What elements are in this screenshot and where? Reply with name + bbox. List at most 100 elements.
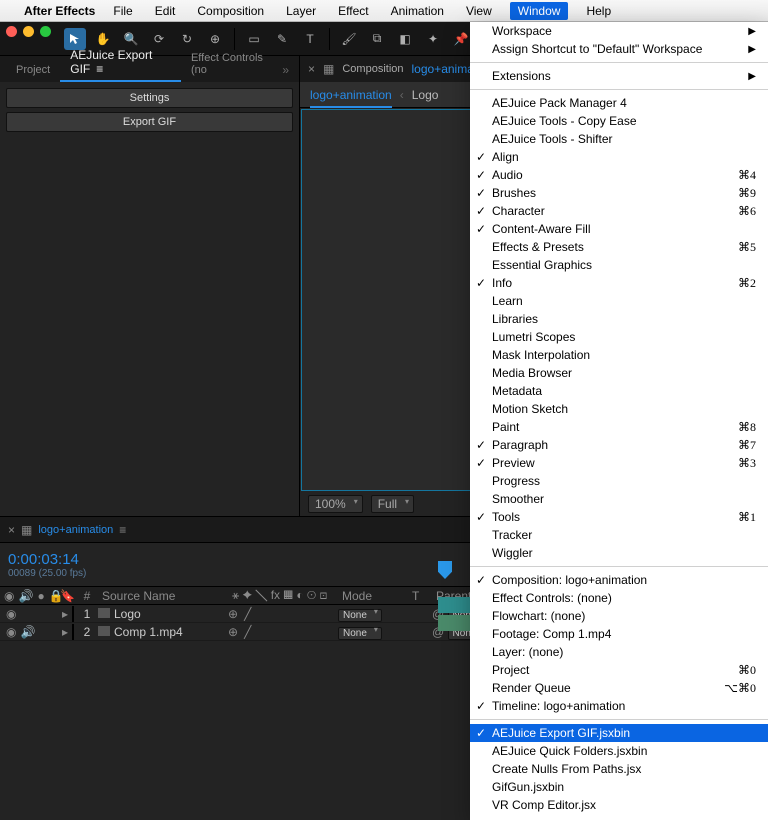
menu-item[interactable]: AEJuice Tools - Shifter	[470, 130, 768, 148]
brush-tool-icon[interactable]: 🖌	[338, 28, 360, 50]
menu-item[interactable]: Learn	[470, 292, 768, 310]
label-color[interactable]	[72, 606, 74, 622]
puppet-tool-icon[interactable]: 📌	[450, 28, 472, 50]
menu-item[interactable]: Render Queue⌥⌘0	[470, 679, 768, 697]
menu-item[interactable]: ✓Info⌘2	[470, 274, 768, 292]
menu-item[interactable]: Paint⌘8	[470, 418, 768, 436]
menu-animation[interactable]: Animation	[387, 2, 448, 20]
menu-item[interactable]: ✓Tools⌘1	[470, 508, 768, 526]
quality-icon[interactable]: ╱	[244, 607, 251, 621]
export-gif-button[interactable]: Export GIF	[6, 112, 293, 132]
menu-item[interactable]: Wiggler	[470, 544, 768, 562]
quality-icon[interactable]: ╱	[244, 625, 251, 639]
menu-item[interactable]: Lumetri Scopes	[470, 328, 768, 346]
window-traffic-lights	[6, 26, 51, 37]
menu-item[interactable]: ✓Composition: logo+animation	[470, 571, 768, 589]
audio-toggle-icon[interactable]: 🔊	[20, 625, 35, 639]
collapse-icon[interactable]: ⊕	[228, 607, 238, 621]
menu-item[interactable]: ✓Timeline: logo+animation	[470, 697, 768, 715]
roto-tool-icon[interactable]: ✦	[422, 28, 444, 50]
menu-item[interactable]: Workspace▶	[470, 22, 768, 40]
menu-composition[interactable]: Composition	[193, 2, 268, 20]
timecode[interactable]: 0:00:03:14	[8, 551, 86, 568]
timeline-tab-name[interactable]: logo+animation	[38, 524, 113, 536]
minimize-window-icon[interactable]	[23, 26, 34, 37]
menu-item[interactable]: Project⌘0	[470, 661, 768, 679]
blend-mode-select[interactable]: None	[338, 627, 382, 640]
zoom-select[interactable]: 100%	[308, 495, 363, 513]
resolution-select[interactable]: Full	[371, 495, 414, 513]
playhead-icon[interactable]	[438, 561, 452, 579]
video-toggle-icon[interactable]: ◉	[6, 625, 16, 639]
menu-item[interactable]: ✓Align	[470, 148, 768, 166]
menu-item[interactable]: Progress	[470, 472, 768, 490]
menu-item[interactable]: Effects & Presets⌘5	[470, 238, 768, 256]
menu-item[interactable]: ✓AEJuice Export GIF.jsxbin	[470, 724, 768, 742]
label-color[interactable]	[72, 624, 74, 640]
layer-name[interactable]: Comp 1.mp4	[114, 625, 183, 639]
menu-item[interactable]: Extensions▶	[470, 67, 768, 85]
menu-item[interactable]: ✓Audio⌘4	[470, 166, 768, 184]
menu-item[interactable]: ✓Content-Aware Fill	[470, 220, 768, 238]
menu-item[interactable]: Metadata	[470, 382, 768, 400]
tab-export-gif[interactable]: AEJuice Export GIF≡	[60, 43, 181, 82]
crumb-child[interactable]: Logo	[412, 88, 439, 102]
source-name-column[interactable]: Source Name	[98, 589, 228, 603]
close-icon[interactable]: ×	[8, 523, 15, 537]
menu-item[interactable]: Flowchart: (none)	[470, 607, 768, 625]
menu-item-label: Character	[492, 204, 545, 218]
tab-project[interactable]: Project	[6, 59, 60, 82]
menu-item[interactable]: Mask Interpolation	[470, 346, 768, 364]
overflow-icon[interactable]: »	[278, 58, 293, 82]
twirl-icon[interactable]: ▸	[62, 607, 68, 621]
menu-item[interactable]: Effect Controls: (none)	[470, 589, 768, 607]
collapse-icon[interactable]: ⊕	[228, 625, 238, 639]
menu-item[interactable]: Media Browser	[470, 364, 768, 382]
menu-item[interactable]: Footage: Comp 1.mp4	[470, 625, 768, 643]
tab-effect-controls[interactable]: Effect Controls (no	[181, 47, 278, 82]
zoom-window-icon[interactable]	[40, 26, 51, 37]
menu-item[interactable]: ✓Brushes⌘9	[470, 184, 768, 202]
clone-tool-icon[interactable]: ⧉	[366, 28, 388, 50]
menu-help[interactable]: Help	[582, 2, 615, 20]
menu-view[interactable]: View	[462, 2, 496, 20]
twirl-icon[interactable]: ▸	[62, 625, 68, 639]
menu-item[interactable]: Tracker	[470, 526, 768, 544]
menu-item[interactable]: GifGun.jsxbin	[470, 778, 768, 796]
type-tool-icon[interactable]: T	[299, 28, 321, 50]
menu-item[interactable]: AEJuice Quick Folders.jsxbin	[470, 742, 768, 760]
panel-menu-icon[interactable]: ≡	[119, 523, 126, 537]
grid-icon[interactable]: ▦	[323, 62, 334, 76]
panel-menu-icon[interactable]: ≡	[96, 62, 103, 76]
video-toggle-icon[interactable]: ◉	[6, 607, 16, 621]
menu-item[interactable]: Smoother	[470, 490, 768, 508]
menu-edit[interactable]: Edit	[151, 2, 180, 20]
menu-item[interactable]: Libraries	[470, 310, 768, 328]
app-name[interactable]: After Effects	[24, 4, 95, 18]
menu-effect[interactable]: Effect	[334, 2, 372, 20]
menu-item[interactable]: Essential Graphics	[470, 256, 768, 274]
menu-item[interactable]: AEJuice Pack Manager 4	[470, 94, 768, 112]
menu-item[interactable]: AEJuice Tools - Copy Ease	[470, 112, 768, 130]
menu-item[interactable]: ✓Paragraph⌘7	[470, 436, 768, 454]
menu-file[interactable]: File	[109, 2, 136, 20]
menu-item[interactable]: Layer: (none)	[470, 643, 768, 661]
crumb-root[interactable]: logo+animation	[310, 88, 392, 108]
menu-layer[interactable]: Layer	[282, 2, 320, 20]
blend-mode-select[interactable]: None	[338, 609, 382, 622]
eraser-tool-icon[interactable]: ◧	[394, 28, 416, 50]
menu-item[interactable]: Assign Shortcut to "Default" Workspace▶	[470, 40, 768, 58]
menu-item[interactable]: Create Nulls From Paths.jsx	[470, 760, 768, 778]
layer-name[interactable]: Logo	[114, 607, 141, 621]
trkmat-column[interactable]: T	[408, 589, 432, 603]
menu-window[interactable]: Window	[510, 2, 569, 20]
mode-column[interactable]: Mode	[338, 589, 408, 603]
settings-button[interactable]: Settings	[6, 88, 293, 108]
grid-icon[interactable]: ▦	[21, 523, 32, 537]
close-window-icon[interactable]	[6, 26, 17, 37]
menu-item[interactable]: ✓Character⌘6	[470, 202, 768, 220]
menu-item[interactable]: VR Comp Editor.jsx	[470, 796, 768, 814]
menu-item[interactable]: ✓Preview⌘3	[470, 454, 768, 472]
close-icon[interactable]: ×	[308, 62, 315, 76]
menu-item[interactable]: Motion Sketch	[470, 400, 768, 418]
